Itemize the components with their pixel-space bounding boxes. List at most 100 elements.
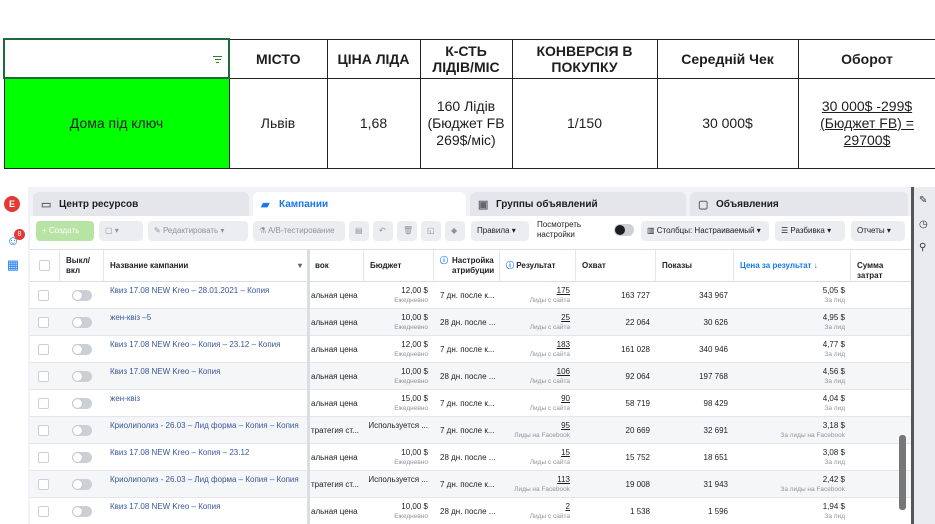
- rules-dropdown[interactable]: Правила ▾: [471, 221, 529, 241]
- campaign-toggle[interactable]: [72, 290, 92, 301]
- delete-button[interactable]: 🗑: [397, 221, 417, 241]
- result-value: 90: [561, 394, 570, 403]
- reports-dropdown[interactable]: Отчеты ▾: [851, 221, 905, 241]
- cost-value: 4,56 $: [822, 367, 845, 376]
- columns-dropdown[interactable]: ▥ Столбцы: Настраиваемый ▾: [641, 221, 769, 241]
- col-budget[interactable]: Бюджет: [364, 250, 434, 282]
- campaign-name-link[interactable]: Квиз 17.08 NEW Kreo – Копия: [110, 367, 306, 376]
- cost-value: 3,08 $: [822, 448, 845, 457]
- select-all-checkbox[interactable]: [39, 260, 50, 271]
- row-checkbox[interactable]: [38, 344, 49, 355]
- row-checkbox[interactable]: [38, 398, 49, 409]
- campaign-name-link[interactable]: Криолиполиз - 26.03 – Лид форма – Копия …: [110, 475, 306, 484]
- table-row[interactable]: Квиз 17.08 NEW Kreo – Копия – 23.12 – Ко…: [30, 336, 911, 363]
- campaign-name-link[interactable]: жен-квіз: [110, 394, 306, 403]
- bid-strategy-cell: альная цена: [311, 345, 358, 354]
- filter-icon[interactable]: [213, 56, 222, 63]
- tab-resource-center[interactable]: ▭ Центр ресурсов: [33, 192, 249, 218]
- campaign-name-link[interactable]: Квиз 17.08 NEW Kreo – Копия: [110, 502, 306, 511]
- spreadsheet-table: МІСТО ЦІНА ЛІДА К-СТЬ ЛІДІВ/МІС КОНВЕРСІ…: [3, 38, 935, 169]
- campaign-toggle[interactable]: [72, 452, 92, 463]
- campaign-toggle[interactable]: [72, 371, 92, 382]
- zoom-icon[interactable]: ⚲: [919, 242, 926, 253]
- table-row[interactable]: Криолиполиз - 26.03 – Лид форма – Копия …: [30, 471, 911, 498]
- vertical-scrollbar[interactable]: [899, 435, 906, 510]
- account-avatar[interactable]: E: [4, 196, 20, 212]
- edit-button[interactable]: ✎ Редактировать ▾: [148, 221, 248, 241]
- tag-button[interactable]: ◆: [445, 221, 465, 241]
- row-checkbox[interactable]: [38, 425, 49, 436]
- row-checkbox[interactable]: [38, 479, 49, 490]
- campaign-toggle[interactable]: [72, 398, 92, 409]
- tab-ad-sets[interactable]: ▣ Группы объявлений: [470, 192, 686, 218]
- campaign-name-link[interactable]: Квиз 17.08 NEW Kreo – Копия – 23.12: [110, 448, 306, 457]
- result-type: Лиды с сайта: [529, 297, 570, 304]
- cell-avg-check: 30 000$: [656, 77, 799, 169]
- header-filter-cell[interactable]: [3, 38, 230, 79]
- tab-label: Объявления: [716, 199, 779, 210]
- clipboard-button[interactable]: ▤: [349, 221, 369, 241]
- campaign-toggle[interactable]: [72, 344, 92, 355]
- campaign-name-link[interactable]: Квиз 17.08 NEW Kreo – 28.01.2021 – Копия: [110, 286, 306, 295]
- row-checkbox[interactable]: [38, 317, 49, 328]
- table-row[interactable]: Квиз 17.08 NEW Kreo – Копия альная цена 10…: [30, 363, 911, 390]
- campaign-name-link[interactable]: жен-квіз –5: [110, 313, 306, 322]
- result-type: Лиды на Facebook: [514, 486, 570, 493]
- cost-value: 3,18 $: [822, 421, 845, 430]
- row-checkbox[interactable]: [38, 371, 49, 382]
- duplicate-button[interactable]: ▢ ▾: [99, 221, 143, 241]
- table-row[interactable]: Квиз 17.08 NEW Kreo – Копия – 23.12 альна…: [30, 444, 911, 471]
- cell-conversion: 1/150: [511, 77, 658, 169]
- table-row[interactable]: жен-квіз –5 альная цена 10,00 $ Ежедневно 28…: [30, 309, 911, 336]
- campaign-name-link[interactable]: Квиз 17.08 NEW Kreo – Копия – 23.12 – Ко…: [110, 340, 306, 349]
- table-row[interactable]: Квиз 17.08 NEW Kreo – Копия альная цена 10…: [30, 498, 911, 524]
- header-city: МІСТО: [228, 38, 328, 79]
- campaign-toggle[interactable]: [72, 506, 92, 517]
- col-cost-per-result[interactable]: Цена за результат ↓: [734, 250, 851, 282]
- preview-button[interactable]: ◱: [421, 221, 441, 241]
- row-checkbox[interactable]: [38, 452, 49, 463]
- col-reach[interactable]: Охват: [576, 250, 656, 282]
- pencil-icon[interactable]: ✎: [919, 195, 927, 206]
- result-type: Лиды с сайта: [529, 513, 570, 520]
- info-icon: ⓘ: [440, 256, 448, 265]
- create-button[interactable]: + Создать: [36, 221, 94, 241]
- col-campaign-name[interactable]: Название кампании ▾: [104, 250, 309, 282]
- rules-label: Правила: [477, 226, 510, 235]
- tab-campaigns[interactable]: ▰ Кампании: [253, 192, 466, 218]
- campaign-toggle[interactable]: [72, 425, 92, 436]
- table-row[interactable]: Криолиполиз - 26.03 – Лид форма – Копия …: [30, 417, 911, 444]
- col-impressions[interactable]: Показы: [656, 250, 734, 282]
- col-toggle[interactable]: Выкл/вкл: [60, 250, 104, 282]
- budget-value: 15,00 $: [401, 394, 428, 403]
- breakdown-dropdown[interactable]: ☰ Разбивка ▾: [775, 221, 845, 241]
- clock-icon[interactable]: ◷: [919, 219, 928, 230]
- campaign-name-link[interactable]: Криолиполиз - 26.03 – Лид форма – Копия …: [110, 421, 306, 430]
- table-grid-icon[interactable]: ▦: [5, 257, 21, 273]
- campaign-toggle[interactable]: [72, 317, 92, 328]
- tab-ads[interactable]: ▢ Объявления: [690, 192, 908, 218]
- campaigns-panel: + Создать ▢ ▾ ✎ Редактировать ▾ ⚗ A/B-те…: [30, 216, 911, 524]
- row-checkbox[interactable]: [38, 506, 49, 517]
- cost-per-result-cell: 3,18 $ За лиды на Facebook: [734, 421, 845, 439]
- bid-strategy-cell: альная цена: [311, 372, 358, 381]
- table-row[interactable]: жен-квіз альная цена 15,00 $ Ежедневно 7 дн.…: [30, 390, 911, 417]
- left-sidebar: E ☺ 8 ▦: [0, 187, 28, 524]
- col-result[interactable]: ⓘ Результат: [500, 250, 576, 282]
- folder-icon: ▭: [41, 199, 52, 211]
- cost-type: За лид: [824, 324, 845, 331]
- cell-turnover: 30 000$ -299$ (Бюджет FB) = 29700$: [797, 77, 935, 169]
- col-amount-spent[interactable]: Сумма затрат: [851, 250, 911, 282]
- view-settings-toggle[interactable]: [614, 224, 634, 236]
- ab-test-button[interactable]: ⚗ A/B-тестирование: [253, 221, 345, 241]
- result-cell: 15 Лиды с сайта: [500, 448, 570, 466]
- col-bid-strategy[interactable]: вок: [309, 250, 364, 282]
- table-row[interactable]: Квиз 17.08 NEW Kreo – 28.01.2021 – Копия…: [30, 282, 911, 309]
- toolbar: + Создать ▢ ▾ ✎ Редактировать ▾ ⚗ A/B-те…: [30, 216, 911, 250]
- edit-label: Редактировать: [162, 226, 219, 235]
- col-attribution[interactable]: ⓘ Настройка атрибуции: [434, 250, 500, 282]
- campaign-toggle[interactable]: [72, 479, 92, 490]
- undo-button[interactable]: ↶: [373, 221, 393, 241]
- row-checkbox[interactable]: [38, 290, 49, 301]
- reach-cell: 15 752: [625, 453, 650, 462]
